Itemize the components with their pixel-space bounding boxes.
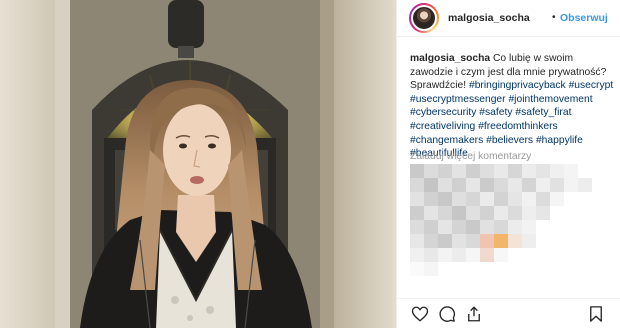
avatar[interactable]	[411, 5, 437, 31]
pixelated-comments	[410, 164, 616, 276]
hashtag-link[interactable]: #jointhemovement	[508, 94, 592, 105]
bookmark-icon[interactable]	[587, 305, 605, 323]
heart-icon[interactable]	[411, 305, 429, 323]
hashtag-link[interactable]: #bringingprivacyback	[469, 80, 566, 91]
comment-icon[interactable]	[438, 305, 456, 323]
hashtag-link[interactable]: #freedomthinkers	[478, 121, 558, 132]
post-header: malgosia_socha • Obserwuj	[397, 0, 620, 37]
hashtag-link[interactable]: #believers	[486, 135, 533, 146]
hashtag-link[interactable]: #safety	[479, 107, 512, 118]
hashtag-link[interactable]: #cybersecurity	[410, 107, 476, 118]
hashtag-link[interactable]: #safety_firat	[515, 107, 571, 118]
follow-button[interactable]: Obserwuj	[560, 12, 608, 24]
hashtag-link[interactable]: #changemakers	[410, 135, 483, 146]
share-icon[interactable]	[465, 305, 483, 323]
hashtag-link[interactable]: #creativeliving	[410, 121, 475, 132]
caption-username[interactable]: malgosia_socha	[410, 53, 490, 64]
post-media[interactable]	[0, 0, 396, 328]
pixelation-mosaic	[410, 164, 592, 276]
separator-dot: •	[552, 12, 556, 23]
post-photo	[0, 0, 396, 328]
hashtag-link[interactable]: #happylife	[536, 135, 583, 146]
avatar-ring[interactable]	[409, 3, 439, 33]
hashtag-link[interactable]: #usecrypt	[569, 80, 614, 91]
post-actions-bar	[397, 298, 620, 328]
post-caption: malgosia_socha Co lubię w swoim zawodzie…	[410, 52, 616, 161]
load-more-comments-link[interactable]: Załaduj więcej komentarzy	[410, 151, 531, 162]
username-link[interactable]: malgosia_socha	[448, 12, 530, 24]
hashtag-link[interactable]: #usecryptmessenger	[410, 94, 506, 105]
post-sidebar: malgosia_socha • Obserwuj malgosia_socha…	[396, 0, 620, 328]
